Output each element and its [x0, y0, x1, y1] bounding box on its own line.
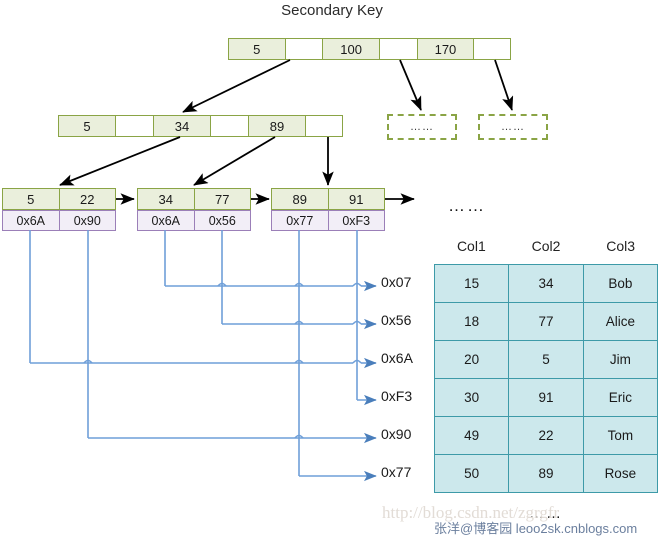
address-label-0x77: 0x77 [381, 464, 412, 480]
table-header-row: Col1 Col2 Col3 [434, 238, 658, 254]
table-cell: 50 [433, 454, 510, 493]
table-column-header: Col1 [456, 238, 486, 254]
root-key-cell-2[interactable]: 100 [323, 39, 380, 59]
table-cell: 49 [433, 416, 510, 455]
leaf-pointer-cell[interactable]: 0x90 [60, 211, 116, 230]
root-key-cell-0[interactable]: 5 [229, 39, 286, 59]
table-row: 30 91 Eric [433, 378, 659, 417]
leaf-node[interactable]: 34 77 0x6A 0x56 [137, 188, 251, 231]
root-pointer-cell-1[interactable] [285, 39, 324, 59]
leaf-node[interactable]: 5 22 0x6A 0x90 [2, 188, 116, 231]
leaf-pointer-cell[interactable]: 0x56 [195, 211, 251, 230]
table-cell: 15 [433, 264, 510, 303]
data-table: 15 34 Bob 18 77 Alice 20 5 Jim 30 91 Eric 49 22 Tom 50 8… [433, 264, 659, 493]
table-cell: Jim [582, 340, 659, 379]
leaf-key-row: 5 22 [2, 188, 116, 210]
leaf-key-cell[interactable]: 91 [329, 189, 385, 209]
leaf-node[interactable]: 89 91 0x77 0xF3 [271, 188, 385, 231]
leaf-pointer-row: 0x6A 0x90 [2, 210, 116, 231]
leaf-key-cell[interactable]: 22 [60, 189, 116, 209]
table-row: 15 34 Bob [433, 264, 659, 303]
placeholder-node-1: …… [387, 114, 457, 140]
root-index-node[interactable]: 5 100 170 [228, 38, 511, 60]
root-pointer-cell-5[interactable] [474, 39, 510, 59]
table-cell: 22 [508, 416, 584, 455]
table-cell: Alice [582, 302, 659, 341]
leaf-key-row: 89 91 [271, 188, 385, 210]
internal-key-cell-2[interactable]: 34 [154, 116, 211, 136]
table-cell: Tom [582, 416, 659, 455]
internal-key-cell-4[interactable]: 89 [249, 116, 306, 136]
leaf-key-row: 34 77 [137, 188, 251, 210]
leaf-key-cell[interactable]: 5 [3, 189, 60, 209]
internal-key-cell-0[interactable]: 5 [59, 116, 116, 136]
address-label-0xF3: 0xF3 [381, 388, 413, 404]
table-cell: 89 [508, 454, 584, 493]
page-title: Secondary Key [281, 2, 383, 19]
leaf-pointer-cell[interactable]: 0xF3 [329, 211, 385, 230]
leaf-key-cell[interactable]: 89 [272, 189, 329, 209]
internal-pointer-cell-1[interactable] [116, 116, 154, 136]
root-pointer-cell-3[interactable] [379, 39, 418, 59]
table-cell: 77 [508, 302, 584, 341]
table-column-header: Col2 [531, 238, 561, 254]
leaf-pointer-row: 0x77 0xF3 [271, 210, 385, 231]
address-label-0x6A: 0x6A [381, 350, 413, 366]
pointer-connectors [29, 230, 358, 477]
table-cell: 20 [433, 340, 510, 379]
internal-index-node[interactable]: 5 34 89 [58, 115, 343, 137]
table-cell: 5 [508, 340, 584, 379]
address-label-0x56: 0x56 [381, 312, 412, 328]
table-row: 18 77 Alice [433, 302, 659, 341]
table-row: 49 22 Tom [433, 416, 659, 455]
table-cell: 30 [433, 378, 510, 417]
table-row: 50 89 Rose [433, 454, 659, 493]
table-cell: Rose [582, 454, 659, 493]
internal-pointer-cell-3[interactable] [211, 116, 249, 136]
leaf-pointer-row: 0x6A 0x56 [137, 210, 251, 231]
table-cell: 34 [508, 264, 584, 303]
pointer-arrowheads [353, 280, 377, 482]
table-row: 20 5 Jim [433, 340, 659, 379]
address-label-0x07: 0x07 [381, 274, 412, 290]
leaf-chain-ellipsis: …… [448, 196, 486, 215]
root-key-cell-4[interactable]: 170 [417, 39, 475, 59]
leaf-key-cell[interactable]: 34 [138, 189, 195, 209]
table-cell: 18 [433, 302, 510, 341]
watermark-author: 张洋@博客园 leoo2sk.cnblogs.com [434, 521, 638, 536]
internal-pointer-cell-5[interactable] [306, 116, 342, 136]
placeholder-node-2: …… [478, 114, 548, 140]
table-cell: Bob [582, 264, 659, 303]
leaf-pointer-cell[interactable]: 0x6A [3, 211, 60, 230]
table-column-header: Col3 [606, 238, 636, 254]
leaf-pointer-cell[interactable]: 0x6A [138, 211, 195, 230]
table-cell: Eric [582, 378, 659, 417]
crossing-hops [83, 282, 362, 439]
leaf-key-cell[interactable]: 77 [195, 189, 251, 209]
table-cell: 91 [508, 378, 584, 417]
address-label-0x90: 0x90 [381, 426, 412, 442]
leaf-pointer-cell[interactable]: 0x77 [272, 211, 329, 230]
